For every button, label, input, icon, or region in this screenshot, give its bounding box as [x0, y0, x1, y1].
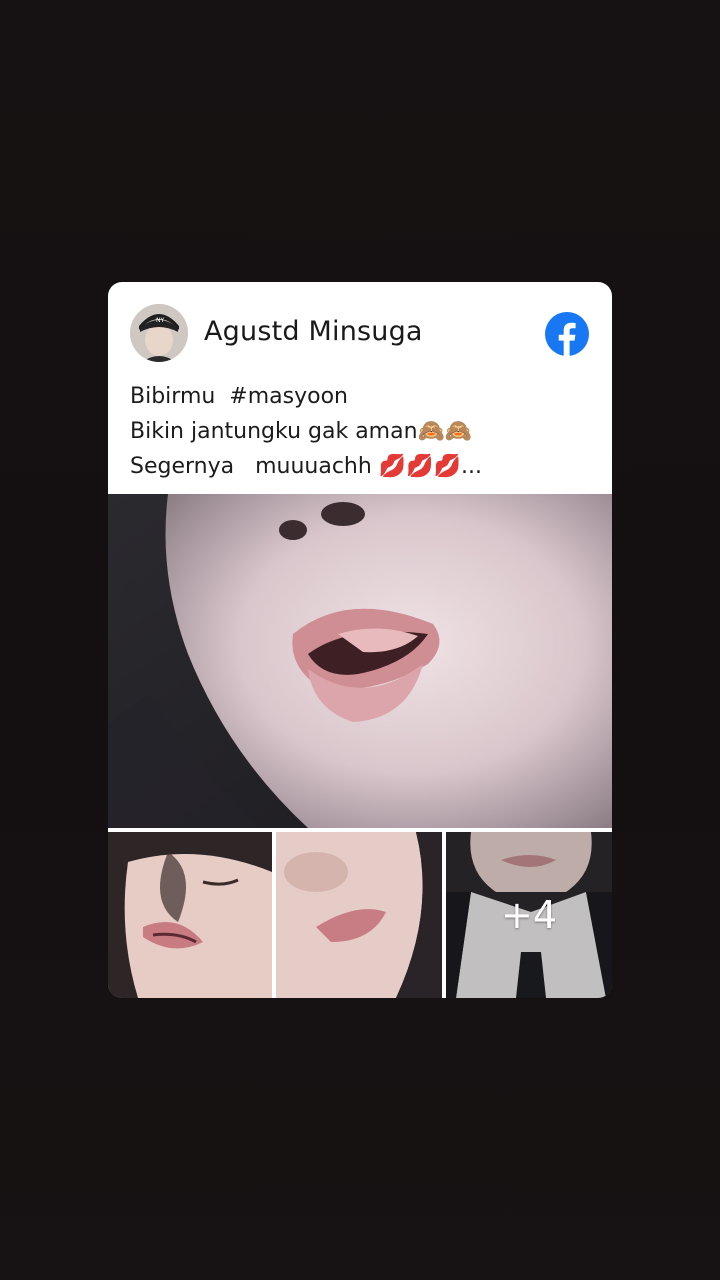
facebook-icon [545, 312, 589, 356]
thumbnail-photo-3[interactable]: +4 [446, 832, 612, 998]
author-name[interactable]: Agustd Minsuga [204, 316, 423, 347]
svg-text:NY: NY [156, 317, 164, 324]
main-post-photo[interactable] [108, 494, 612, 828]
author-avatar[interactable]: NY [130, 304, 188, 362]
post-header: NY Agustd Minsuga [108, 282, 612, 378]
thumbnail-photo-1[interactable] [108, 832, 272, 998]
caption-line-1: Bibirmu #masyoon [130, 384, 348, 409]
thumbnail-photo-2[interactable] [276, 832, 442, 998]
shared-post-card[interactable]: NY Agustd Minsuga Bibirmu #masyoon Bikin… [108, 282, 612, 998]
story-screen: NY Agustd Minsuga Bibirmu #masyoon Bikin… [0, 0, 720, 1280]
more-photos-count[interactable]: +4 [446, 832, 612, 998]
caption-line-3: Segernya muuuachh 💋💋💋... [130, 454, 482, 479]
post-caption: Bibirmu #masyoon Bikin jantungku gak ama… [130, 379, 600, 484]
avatar-photo: NY [130, 304, 188, 362]
caption-line-2: Bikin jantungku gak aman🙈🙈 [130, 419, 473, 444]
